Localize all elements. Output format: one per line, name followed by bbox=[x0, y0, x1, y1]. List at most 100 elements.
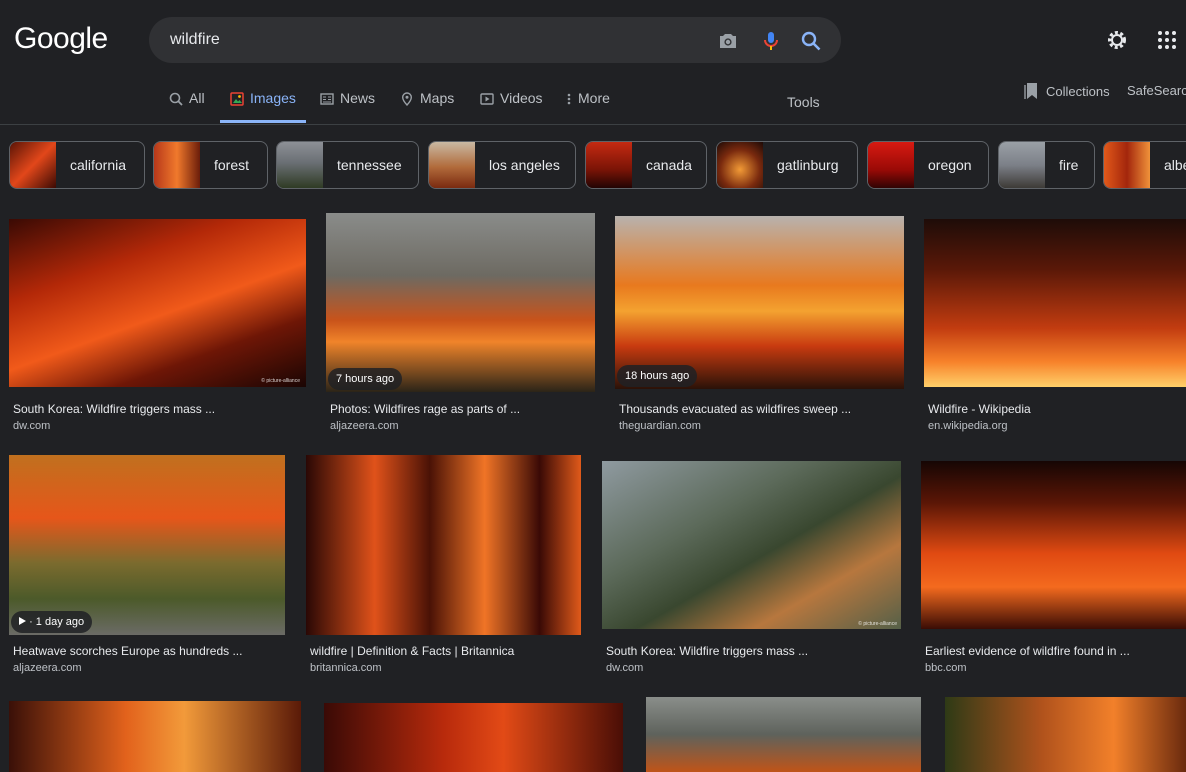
chip-thumbnail bbox=[429, 142, 475, 188]
result-card[interactable]: Wildfire - Wikipedia en.wikipedia.org bbox=[924, 219, 1186, 439]
result-source: theguardian.com bbox=[619, 420, 701, 432]
chip-label: los angeles bbox=[489, 157, 560, 173]
result-card[interactable]: 7 hours ago Photos: Wildfires rage as pa… bbox=[326, 213, 595, 439]
chip-canada[interactable]: canada bbox=[585, 141, 707, 189]
tab-videos[interactable]: Videos bbox=[480, 90, 543, 123]
result-source: britannica.com bbox=[310, 662, 382, 674]
result-title[interactable]: Earliest evidence of wildfire found in .… bbox=[925, 644, 1130, 658]
time-badge: · 1 day ago bbox=[11, 611, 93, 633]
time-badge-label: · 1 day ago bbox=[29, 616, 85, 628]
result-source: dw.com bbox=[606, 662, 644, 674]
tab-videos-label: Videos bbox=[500, 90, 543, 106]
news-icon bbox=[320, 93, 334, 105]
tab-maps-label: Maps bbox=[420, 90, 455, 106]
chip-thumbnail bbox=[1104, 142, 1150, 188]
result-source: aljazeera.com bbox=[330, 420, 399, 432]
result-image[interactable] bbox=[945, 697, 1186, 772]
chip-label: oregon bbox=[928, 157, 972, 173]
chip-label: tennessee bbox=[337, 157, 402, 173]
time-badge: 7 hours ago bbox=[328, 368, 403, 390]
result-title[interactable]: Thousands evacuated as wildfires sweep .… bbox=[619, 402, 851, 416]
tab-more-label: More bbox=[578, 90, 610, 106]
search-icon[interactable] bbox=[799, 29, 823, 53]
chip-los-angeles[interactable]: los angeles bbox=[428, 141, 576, 189]
chip-thumbnail bbox=[868, 142, 914, 188]
result-source: bbc.com bbox=[925, 662, 967, 674]
result-card[interactable]: Earliest evidence of wildfire found in .… bbox=[921, 461, 1186, 681]
result-image[interactable]: · 1 day ago bbox=[9, 455, 285, 635]
chip-thumbnail bbox=[999, 142, 1045, 188]
result-image[interactable] bbox=[921, 461, 1186, 629]
safesearch-link[interactable]: SafeSearch bbox=[1127, 83, 1186, 98]
chip-label: fire bbox=[1059, 157, 1079, 173]
result-image[interactable] bbox=[324, 703, 623, 772]
chip-label: gatlinburg bbox=[777, 157, 839, 173]
chip-tennessee[interactable]: tennessee bbox=[276, 141, 419, 189]
result-title[interactable]: South Korea: Wildfire triggers mass ... bbox=[606, 644, 808, 658]
chip-oregon[interactable]: oregon bbox=[867, 141, 989, 189]
google-logo[interactable]: Google bbox=[14, 22, 108, 56]
chip-california[interactable]: california bbox=[9, 141, 145, 189]
result-title[interactable]: Photos: Wildfires rage as parts of ... bbox=[330, 402, 520, 416]
result-title[interactable]: South Korea: Wildfire triggers mass ... bbox=[13, 402, 215, 416]
result-source: dw.com bbox=[13, 420, 51, 432]
chip-label: california bbox=[70, 157, 127, 173]
chip-gatlinburg[interactable]: gatlinburg bbox=[716, 141, 858, 189]
chip-thumbnail bbox=[10, 142, 56, 188]
chip-thumbnail bbox=[277, 142, 323, 188]
tab-images[interactable]: Images bbox=[220, 90, 306, 123]
search-box[interactable]: wildfire bbox=[149, 17, 841, 63]
play-icon bbox=[19, 617, 26, 625]
chip-label: canada bbox=[646, 157, 692, 173]
search-icon bbox=[169, 92, 183, 106]
tab-images-label: Images bbox=[250, 90, 296, 106]
result-title[interactable]: Wildfire - Wikipedia bbox=[928, 402, 1031, 416]
tab-all[interactable]: All bbox=[169, 90, 205, 123]
result-title[interactable]: Heatwave scorches Europe as hundreds ... bbox=[13, 644, 242, 658]
video-icon bbox=[480, 93, 494, 105]
result-card[interactable]: 18 hours ago Thousands evacuated as wild… bbox=[615, 216, 904, 439]
tools-button[interactable]: Tools bbox=[787, 94, 820, 110]
result-source: aljazeera.com bbox=[13, 662, 82, 674]
collections-label: Collections bbox=[1046, 83, 1110, 99]
bookmark-icon bbox=[1024, 83, 1037, 99]
result-image[interactable]: © picture-alliance bbox=[602, 461, 901, 629]
kebab-icon bbox=[567, 93, 571, 105]
result-title[interactable]: wildfire | Definition & Facts | Britanni… bbox=[310, 644, 514, 658]
chip-label: alberta bbox=[1164, 157, 1186, 173]
chip-thumbnail bbox=[717, 142, 763, 188]
gear-icon[interactable] bbox=[1105, 28, 1129, 52]
result-source: en.wikipedia.org bbox=[928, 420, 1008, 432]
chip-thumbnail bbox=[154, 142, 200, 188]
result-image[interactable]: © picture-alliance bbox=[9, 219, 306, 387]
tab-all-label: All bbox=[189, 90, 205, 106]
watermark: © picture-alliance bbox=[858, 621, 897, 627]
result-card[interactable]: © picture-alliance South Korea: Wildfire… bbox=[9, 219, 306, 439]
map-pin-icon bbox=[401, 92, 413, 106]
tab-maps[interactable]: Maps bbox=[400, 90, 454, 123]
result-image[interactable] bbox=[924, 219, 1186, 387]
chip-thumbnail bbox=[586, 142, 632, 188]
chip-alberta[interactable]: alberta bbox=[1103, 141, 1186, 189]
result-card[interactable]: · 1 day ago Heatwave scorches Europe as … bbox=[9, 455, 285, 681]
microphone-icon[interactable] bbox=[759, 29, 783, 53]
search-query[interactable]: wildfire bbox=[170, 31, 220, 49]
result-image[interactable] bbox=[9, 701, 301, 772]
header-divider bbox=[0, 124, 1186, 125]
chip-fire[interactable]: fire bbox=[998, 141, 1095, 189]
chip-label: forest bbox=[214, 157, 250, 173]
tab-news[interactable]: News bbox=[320, 90, 375, 123]
result-image[interactable]: 7 hours ago bbox=[326, 213, 595, 392]
chip-forest[interactable]: forest bbox=[153, 141, 268, 189]
result-card[interactable]: wildfire | Definition & Facts | Britanni… bbox=[306, 455, 581, 681]
result-image[interactable]: 18 hours ago bbox=[615, 216, 904, 389]
tab-more[interactable]: More bbox=[566, 90, 610, 123]
result-image[interactable] bbox=[306, 455, 581, 635]
watermark: © picture-alliance bbox=[261, 378, 300, 384]
apps-grid-icon[interactable] bbox=[1155, 28, 1179, 52]
result-card[interactable]: © picture-alliance South Korea: Wildfire… bbox=[602, 461, 901, 681]
camera-icon[interactable] bbox=[716, 29, 740, 53]
collections-link[interactable]: Collections bbox=[1024, 82, 1110, 100]
result-image[interactable] bbox=[646, 697, 921, 772]
images-icon bbox=[230, 92, 244, 106]
